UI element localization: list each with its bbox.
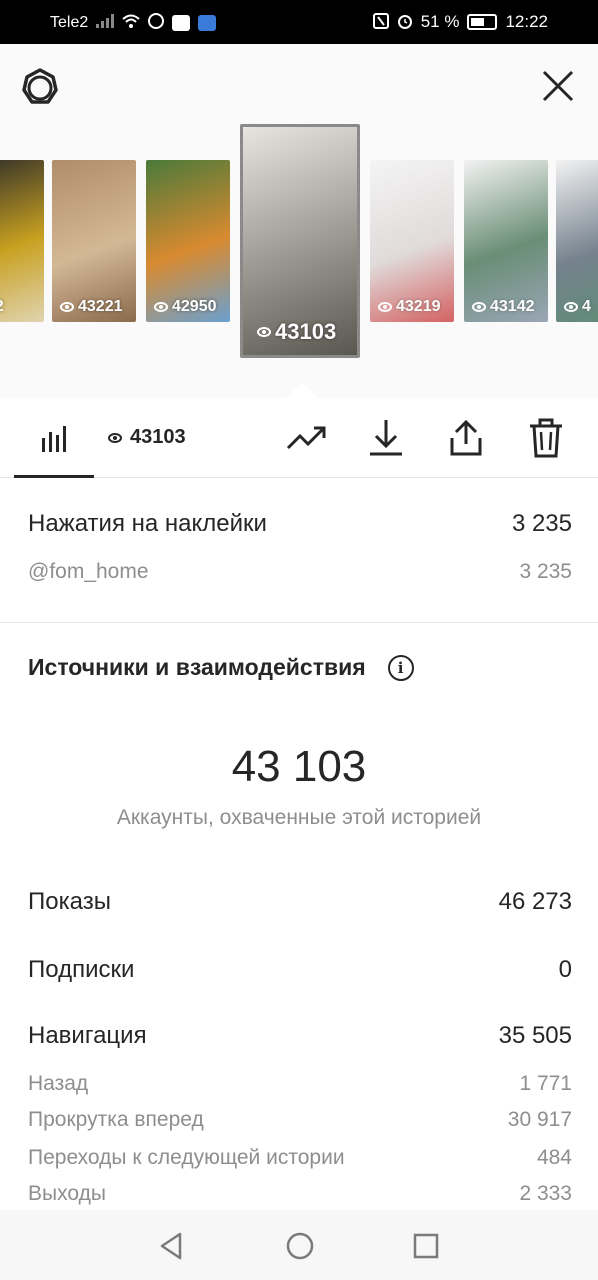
- nav-next-story-value: 484: [536, 1146, 572, 1169]
- divider: [0, 622, 598, 623]
- back-icon[interactable]: [156, 1230, 188, 1262]
- selected-pointer: [286, 382, 318, 398]
- story-view-count: 42950: [154, 298, 217, 316]
- gear-icon[interactable]: [20, 68, 60, 108]
- story-view-count: 4: [564, 298, 591, 316]
- view-count: 43103: [108, 426, 186, 449]
- status-right: 51 % 12:22: [372, 12, 548, 32]
- follows-label: Подписки: [28, 956, 135, 983]
- sticker-taps-label: Нажатия на наклейки: [28, 510, 267, 537]
- tab-insights[interactable]: [14, 398, 94, 478]
- section-title: Источники и взаимодействия i: [28, 654, 414, 681]
- sticker-account-row: @fom_home 3 235: [28, 560, 572, 584]
- nav-next-story-label: Переходы к следующей истории: [28, 1146, 345, 1169]
- eye-icon: [154, 302, 168, 312]
- impressions-value: 46 273: [498, 888, 572, 915]
- wifi-icon: [122, 14, 140, 31]
- reach-value: 43 103: [231, 742, 367, 791]
- story-view-value: 3202: [0, 298, 4, 316]
- story-view-value: 4: [582, 298, 591, 315]
- story-thumbnail[interactable]: 43221: [52, 160, 136, 322]
- navigation-label: Навигация: [28, 1022, 147, 1049]
- nav-next-story-row: Переходы к следующей истории 484: [28, 1146, 572, 1170]
- eye-icon: [108, 432, 122, 443]
- nav-back-row: Назад 1 771: [28, 1072, 572, 1096]
- nfc-icon: [372, 12, 389, 32]
- eye-icon: [60, 302, 74, 312]
- story-thumbnail[interactable]: 43142: [464, 160, 548, 322]
- clock: 12:22: [505, 12, 548, 31]
- navigation-value: 35 505: [498, 1022, 572, 1049]
- battery-percent: 51 %: [420, 12, 460, 31]
- story-header: [0, 44, 598, 124]
- signal-icon: [96, 14, 115, 31]
- bar-chart-icon: [42, 426, 66, 452]
- eye-icon: [564, 302, 578, 312]
- story-view-value: 42950: [172, 298, 217, 315]
- eye-icon: [257, 327, 271, 337]
- carrier-name: Tele2: [50, 13, 89, 31]
- nav-forward-row: Прокрутка вперед 30 917: [28, 1108, 572, 1132]
- sticker-account-value: 3 235: [519, 560, 572, 583]
- eye-icon: [378, 302, 392, 312]
- nav-exits-row: Выходы 2 333: [28, 1182, 572, 1206]
- close-icon[interactable]: [540, 68, 576, 104]
- navigation-row: Навигация 35 505: [28, 1022, 572, 1050]
- sticker-taps-row: Нажатия на наклейки 3 235: [28, 510, 572, 538]
- nav-exits-value: 2 333: [519, 1182, 572, 1205]
- sticker-taps-value: 3 235: [511, 510, 572, 537]
- story-view-value: 43219: [396, 298, 441, 315]
- story-view-count: 43219: [378, 298, 441, 316]
- reach-caption: Аккаунты, охваченные этой историей: [116, 806, 482, 829]
- story-thumbnail[interactable]: 42950: [146, 160, 230, 322]
- nav-forward-label: Прокрутка вперед: [28, 1108, 204, 1131]
- story-view-value: 43221: [78, 298, 123, 315]
- whatsapp-icon: [148, 13, 165, 32]
- nav-exits-label: Выходы: [28, 1182, 106, 1205]
- share-icon[interactable]: [444, 416, 488, 460]
- system-nav-bar: [0, 1210, 598, 1280]
- nav-back-value: 1 771: [519, 1072, 572, 1095]
- story-view-count: 43103: [257, 319, 336, 345]
- impressions-label: Показы: [28, 888, 111, 915]
- story-thumbnail[interactable]: 3202: [0, 160, 44, 322]
- alarm-icon: [397, 13, 413, 32]
- story-thumbnail[interactable]: 4: [556, 160, 598, 322]
- battery-icon: [467, 14, 498, 30]
- follows-value: 0: [558, 956, 572, 983]
- mail-icon: [172, 14, 191, 31]
- status-bar: Tele2 51 % 12:22: [0, 0, 598, 44]
- eye-icon: [472, 302, 486, 312]
- info-icon[interactable]: i: [387, 654, 414, 681]
- status-left: Tele2: [50, 13, 217, 32]
- recents-icon[interactable]: [410, 1230, 442, 1262]
- story-view-value: 43103: [275, 319, 337, 344]
- story-view-count: 43221: [60, 298, 123, 316]
- story-view-count: 43142: [472, 298, 535, 316]
- app-icon: [198, 14, 217, 31]
- view-count-value: 43103: [130, 426, 186, 448]
- story-carousel: 3202 43221 42950 43103 43219 43142 4: [0, 124, 598, 398]
- impressions-row: Показы 46 273: [28, 888, 572, 916]
- section-title-text: Источники и взаимодействия: [28, 654, 366, 680]
- trending-icon[interactable]: [284, 416, 328, 460]
- sticker-account-label: @fom_home: [28, 560, 149, 583]
- follows-row: Подписки 0: [28, 956, 572, 984]
- story-view-count: 3202: [0, 298, 4, 316]
- trash-icon[interactable]: [524, 416, 568, 460]
- nav-back-label: Назад: [28, 1072, 89, 1095]
- story-toolbar: 43103: [0, 398, 598, 478]
- nav-forward-value: 30 917: [507, 1108, 572, 1131]
- story-thumbnail[interactable]: 43103: [240, 124, 360, 358]
- download-icon[interactable]: [364, 416, 408, 460]
- story-thumbnail[interactable]: 43219: [370, 160, 454, 322]
- home-icon[interactable]: [284, 1230, 316, 1262]
- story-view-value: 43142: [490, 298, 535, 315]
